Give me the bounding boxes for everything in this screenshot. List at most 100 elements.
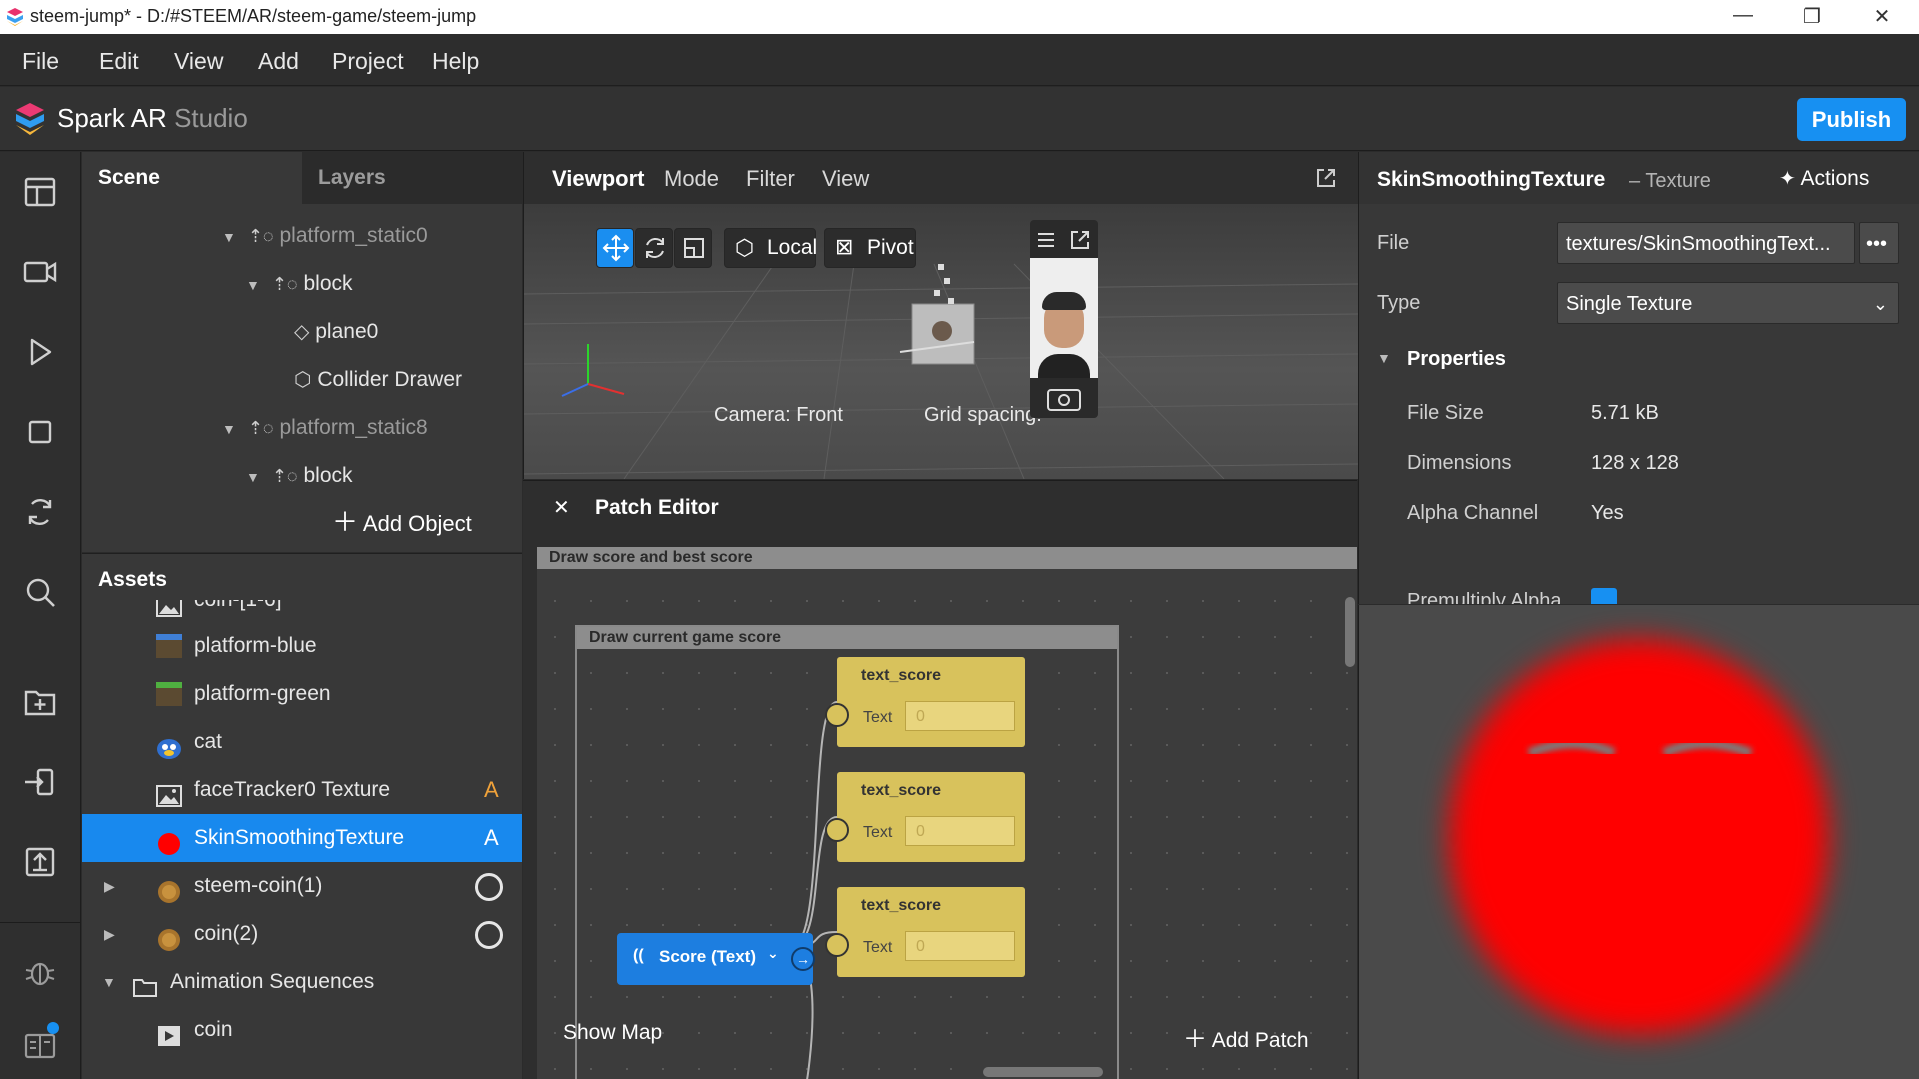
add-object-button[interactable]: ＋ Add Object — [332, 502, 472, 539]
list-item[interactable]: platform-blue — [82, 622, 522, 670]
premultiply-checkbox[interactable] — [1591, 588, 1617, 604]
brand-bar: Spark AR Studio Publish — [0, 87, 1919, 151]
list-item[interactable]: coin-[1-6] — [82, 600, 522, 624]
output-port-icon[interactable]: → — [791, 947, 815, 971]
tab-scene[interactable]: Scene — [82, 152, 302, 204]
layout-icon[interactable] — [20, 172, 60, 212]
vertical-scrollbar[interactable] — [1345, 597, 1355, 667]
tab-view[interactable]: View — [822, 166, 869, 192]
rotate-tool-button[interactable] — [635, 228, 673, 268]
close-icon[interactable]: ✕ — [553, 495, 570, 520]
tree-item[interactable]: ⬡ Collider Drawer — [294, 360, 462, 400]
upload-icon[interactable] — [20, 842, 60, 882]
add-folder-icon[interactable] — [20, 682, 60, 722]
list-item[interactable]: faceTracker0 Texture A — [82, 766, 522, 814]
collapse-arrow-icon[interactable]: ▼ — [102, 958, 116, 1006]
search-icon[interactable] — [20, 572, 60, 612]
menu-add[interactable]: Add — [258, 48, 299, 75]
play-icon[interactable] — [20, 332, 60, 372]
expand-arrow-icon[interactable]: ▶ — [104, 910, 115, 958]
list-item[interactable]: ▶ coin(2) — [82, 910, 522, 958]
tree-item-label: platform_static8 — [279, 416, 428, 439]
restore-button[interactable]: ❐ — [1792, 4, 1832, 30]
expand-arrow-icon[interactable]: ▶ — [104, 862, 115, 910]
tab-viewport[interactable]: Viewport — [552, 166, 645, 192]
video-icon[interactable] — [20, 252, 60, 292]
move-tool-button[interactable] — [596, 228, 634, 268]
list-item[interactable]: ▶ steem-coin(1) — [82, 862, 522, 910]
menu-help[interactable]: Help — [432, 48, 479, 75]
scale-tool-button[interactable] — [674, 228, 712, 268]
minimize-button[interactable]: — — [1723, 4, 1763, 30]
viewport-tabs: Viewport Mode Filter View — [524, 152, 1358, 204]
asset-badge: A — [484, 777, 499, 802]
type-select[interactable]: Single Texture ⌄ — [1557, 282, 1899, 324]
menu-view[interactable]: View — [174, 48, 223, 75]
tab-mode[interactable]: Mode — [664, 166, 719, 192]
expand-caret-icon[interactable]: ▼ — [246, 265, 266, 305]
list-item[interactable]: cat — [82, 718, 522, 766]
folder-icon — [132, 970, 158, 997]
text-value-field[interactable]: 0 — [905, 816, 1015, 846]
menu-icon[interactable] — [1034, 228, 1058, 252]
asset-badge: A — [484, 825, 499, 850]
text-score-patch[interactable]: text_score Text 0 — [825, 657, 1025, 747]
text-score-patch[interactable]: text_score Text 0 — [825, 772, 1025, 862]
tree-item[interactable]: ▼ ⇡◌ block — [246, 264, 353, 304]
notes-icon[interactable] — [20, 1022, 60, 1062]
close-window-button[interactable]: ✕ — [1862, 4, 1902, 30]
red-texture-thumbnail-icon — [156, 826, 182, 855]
expand-caret-icon[interactable]: ▼ — [222, 409, 242, 449]
tree-item[interactable]: ▼ ⇡◌ block — [246, 456, 353, 492]
menu-edit[interactable]: Edit — [99, 48, 139, 75]
viewport-canvas[interactable]: ⬡ Local ⊠ Pivot Camera: Front Grid spaci… — [524, 204, 1358, 479]
show-map-button[interactable]: Show Map — [563, 1021, 662, 1045]
menu-project[interactable]: Project — [332, 48, 404, 75]
restart-icon[interactable] — [20, 492, 60, 532]
tab-layers[interactable]: Layers — [302, 152, 522, 204]
bug-icon[interactable] — [20, 952, 60, 992]
tab-filter[interactable]: Filter — [746, 166, 795, 192]
plane-icon: ◇ — [294, 321, 310, 343]
text-value-field[interactable]: 0 — [905, 701, 1015, 731]
text-value-field[interactable]: 0 — [905, 931, 1015, 961]
file-path-field[interactable]: textures/SkinSmoothingText... — [1557, 222, 1855, 264]
list-item[interactable]: platform-green — [82, 670, 522, 718]
menu-file[interactable]: File — [22, 48, 59, 75]
publish-button[interactable]: Publish — [1797, 98, 1906, 141]
expand-caret-icon[interactable]: ▼ — [246, 457, 266, 492]
camera-switch-icon[interactable] — [1044, 384, 1084, 412]
horizontal-scrollbar[interactable] — [983, 1067, 1103, 1077]
input-port-icon[interactable] — [825, 933, 849, 957]
list-item-selected[interactable]: SkinSmoothingTexture A — [82, 814, 522, 862]
collapse-arrow-icon[interactable]: ▼ — [1377, 350, 1391, 366]
tree-item-label: block — [303, 464, 353, 487]
assets-list: coin-[1-6] platform-blue platform-green … — [82, 600, 522, 1079]
tree-item[interactable]: ▼ ⇡◌ platform_static8 — [222, 408, 428, 448]
tree-item[interactable]: ▼ ⇡◌ platform_static0 — [222, 216, 428, 256]
text-score-patch[interactable]: text_score Text 0 — [825, 887, 1025, 977]
list-item[interactable]: ▼ Animation Sequences — [82, 958, 522, 1006]
local-toggle-button[interactable]: ⬡ Local — [724, 228, 817, 268]
tree-item[interactable]: ◇ plane0 — [294, 312, 378, 352]
cube-icon: ⬡ — [294, 369, 312, 391]
stop-icon[interactable] — [20, 412, 60, 452]
asset-label: coin-[1-6] — [194, 600, 282, 624]
add-patch-button[interactable]: ＋ Add Patch — [1183, 1019, 1309, 1054]
popout-icon[interactable] — [1314, 166, 1338, 190]
null-object-icon: ⇡◌ — [271, 274, 298, 294]
score-text-patch[interactable]: (( Score (Text) ⌄ → — [617, 933, 815, 985]
list-item[interactable]: coin — [82, 1006, 522, 1054]
popout-icon[interactable] — [1068, 228, 1092, 252]
chevron-down-icon[interactable]: ⌄ — [767, 945, 779, 962]
browse-more-button[interactable]: ••• — [1859, 222, 1899, 264]
inspector-title: SkinSmoothingTexture — [1377, 168, 1606, 191]
null-object-icon: ⇡◌ — [271, 466, 298, 486]
input-port-icon[interactable] — [825, 818, 849, 842]
import-icon[interactable] — [20, 762, 60, 802]
expand-caret-icon[interactable]: ▼ — [222, 217, 242, 257]
input-port-icon[interactable] — [825, 703, 849, 727]
actions-button[interactable]: ✦ Actions — [1779, 166, 1869, 191]
pivot-toggle-button[interactable]: ⊠ Pivot — [824, 228, 916, 268]
patch-canvas[interactable]: Draw score and best score Draw current g… — [537, 547, 1357, 1079]
